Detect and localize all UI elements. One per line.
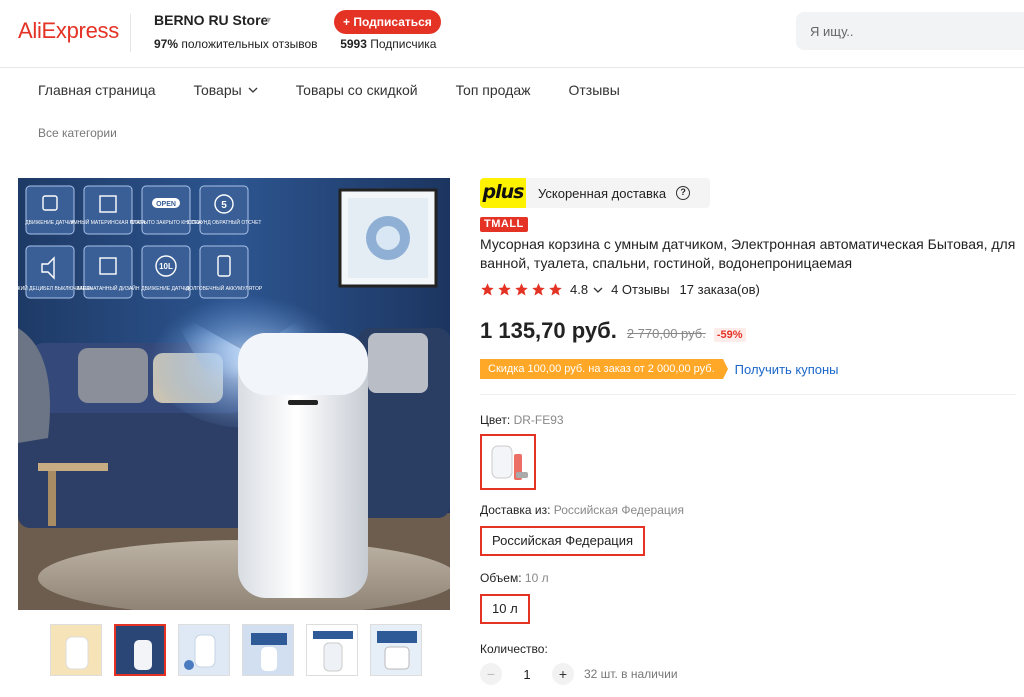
divider — [480, 394, 1016, 395]
ship-from-value: Российская Федерация — [553, 503, 684, 517]
price-row: 1 135,70 руб. 2 770,00 руб. -59% — [480, 318, 746, 344]
tmall-badge: TMALL — [480, 217, 528, 232]
star-icon — [532, 283, 545, 296]
reviews-link[interactable]: 4 Отзывы — [611, 282, 669, 297]
question-icon[interactable]: ? — [676, 186, 691, 200]
nav-item-products[interactable]: Товары — [194, 82, 258, 98]
nav-item-reviews[interactable]: Отзывы — [568, 82, 619, 98]
rating-value: 4.8 — [570, 282, 589, 297]
chevron-down-icon[interactable] — [593, 285, 603, 295]
volume-label: Объем: 10 л — [480, 571, 549, 585]
svg-text:10L: 10L — [159, 262, 173, 271]
main-product-image[interactable]: OPEN 5 10L ДВИЖЕНИЕ ДАТЧИК УМНЫЙ МАТЕРИН… — [18, 178, 450, 610]
coupon-row: Скидка 100,00 руб. на заказ от 2 000,00 … — [480, 359, 839, 379]
store-name[interactable]: BERNO RU Store — [154, 12, 268, 28]
thumbnail-active[interactable] — [114, 624, 166, 676]
ship-from-option-selected[interactable]: Российская Федерация — [480, 526, 646, 556]
product-title: Мусорная корзина с умным датчиком, Элект… — [480, 236, 1016, 271]
svg-text:ЗАПЕЧАТАННЫЙ ДИЗАЙН: ЗАПЕЧАТАННЫЙ ДИЗАЙН — [77, 284, 140, 292]
subscribe-button[interactable]: + Подписаться — [334, 10, 441, 34]
quantity-stepper: − 1 + 32 шт. в наличии — [480, 663, 678, 685]
svg-text:ДВИЖЕНИЕ ДАТЧИК: ДВИЖЕНИЕ ДАТЧИК — [141, 286, 191, 292]
svg-text:ДОЛГОВЕЧНЫЙ АККУМУЛЯТОР: ДОЛГОВЕЧНЫЙ АККУМУЛЯТОР — [186, 284, 263, 292]
thumbnail[interactable] — [306, 624, 358, 676]
star-icon — [498, 283, 511, 296]
store-dropdown-icon[interactable]: ▼ — [264, 15, 273, 25]
chevron-down-icon — [248, 87, 258, 93]
thumbnail[interactable] — [370, 624, 422, 676]
nav-item-top-sales[interactable]: Топ продаж — [456, 82, 531, 98]
fast-delivery-label: Ускоренная доставка — [538, 185, 667, 201]
nav-item-discounted[interactable]: Товары со скидкой — [296, 82, 418, 98]
volume-value: 10 л — [524, 571, 549, 585]
stock-count: 32 шт. в наличии — [584, 667, 678, 681]
star-icon — [549, 283, 562, 296]
rating-row: 4.8 4 Отзывы 17 заказа(ов) — [480, 282, 760, 297]
thumbnail[interactable] — [178, 624, 230, 676]
quantity-value[interactable]: 1 — [502, 667, 552, 682]
aliexpress-logo[interactable]: AliExpress — [18, 18, 119, 44]
nav-item-home[interactable]: Главная страница — [38, 82, 156, 98]
star-icon — [481, 283, 494, 296]
plus-delivery-banner[interactable]: plus Ускоренная доставка ? — [480, 178, 710, 208]
decrease-quantity-button[interactable]: − — [480, 663, 502, 685]
svg-text:OPEN: OPEN — [156, 201, 176, 208]
color-value: DR-FE93 — [513, 413, 564, 427]
thumbnail[interactable] — [242, 624, 294, 676]
ship-from-label: Доставка из: Российская Федерация — [480, 503, 684, 517]
coupon-badge[interactable]: Скидка 100,00 руб. на заказ от 2 000,00 … — [480, 359, 728, 379]
subscribers-count: 5993 — [340, 37, 367, 51]
positive-feedback-label: положительных отзывов — [181, 37, 318, 51]
color-option-selected[interactable] — [480, 434, 536, 490]
store-header: AliExpress BERNO RU Store ▼ 97% положите… — [0, 0, 1024, 68]
rating-stars — [480, 282, 563, 297]
header-divider — [130, 14, 131, 52]
star-icon — [515, 283, 528, 296]
thumbnail-strip — [50, 624, 422, 676]
product-photo: OPEN 5 10L ДВИЖЕНИЕ ДАТЧИК УМНЫЙ МАТЕРИН… — [18, 178, 450, 610]
store-stats: 97% положительных отзывов 5993 Подписчик… — [154, 37, 436, 51]
get-coupons-link[interactable]: Получить купоны — [735, 362, 839, 377]
thumbnail[interactable] — [50, 624, 102, 676]
plus-logo: plus — [480, 178, 526, 208]
current-price: 1 135,70 руб. — [480, 318, 617, 343]
all-categories-link[interactable]: Все категории — [38, 126, 117, 140]
svg-text:ДВИЖЕНИЕ ДАТЧИК: ДВИЖЕНИЕ ДАТЧИК — [25, 220, 75, 226]
subscribers-label: Подписчика — [370, 37, 437, 51]
color-label: Цвет: DR-FE93 — [480, 413, 564, 427]
positive-feedback-pct: 97% — [154, 37, 179, 51]
svg-text:5: 5 — [221, 200, 227, 211]
discount-badge: -59% — [713, 328, 746, 342]
increase-quantity-button[interactable]: + — [552, 663, 574, 685]
store-nav: Главная страница Товары Товары со скидко… — [38, 82, 658, 98]
volume-option-selected[interactable]: 10 л — [480, 594, 530, 624]
quantity-label: Количество: — [480, 642, 548, 656]
old-price: 2 770,00 руб. — [626, 326, 706, 341]
svg-text:5 СЕКУНД ОБРАТНЫЙ ОТСЧЕТ: 5 СЕКУНД ОБРАТНЫЙ ОТСЧЕТ — [187, 218, 262, 226]
search-input[interactable] — [796, 12, 1024, 50]
orders-count: 17 заказа(ов) — [679, 282, 760, 297]
